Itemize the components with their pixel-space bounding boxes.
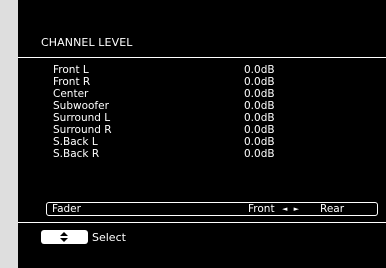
channel-value: 0.0dB — [244, 124, 275, 136]
osd-screen: CHANNEL LEVEL Front L 0.0dB Front R 0.0d… — [18, 0, 386, 268]
left-border — [0, 0, 18, 268]
channel-value: 0.0dB — [244, 112, 275, 124]
select-hint-label: Select — [92, 231, 126, 244]
channel-row-surround-r[interactable]: Surround R 0.0dB — [53, 124, 353, 136]
channel-row-center[interactable]: Center 0.0dB — [53, 88, 353, 100]
channel-label: Center — [53, 88, 89, 100]
channel-value: 0.0dB — [244, 100, 275, 112]
fader-rear-option: Rear — [320, 203, 345, 215]
channel-value: 0.0dB — [244, 88, 275, 100]
channel-row-front-l[interactable]: Front L 0.0dB — [53, 64, 353, 76]
channel-label: Surround L — [53, 112, 111, 124]
footer-divider — [18, 222, 386, 223]
channel-value: 0.0dB — [244, 136, 275, 148]
channel-value: 0.0dB — [244, 64, 275, 76]
channel-row-front-r[interactable]: Front R 0.0dB — [53, 76, 353, 88]
fader-label: Fader — [52, 203, 81, 215]
title-divider — [18, 57, 386, 58]
channel-value: 0.0dB — [244, 76, 275, 88]
left-right-arrows-icon[interactable]: ◄ ► — [282, 203, 301, 215]
fader-front-option: Front — [248, 203, 275, 215]
channel-row-s-back-r[interactable]: S.Back R 0.0dB — [53, 148, 353, 160]
channel-row-surround-l[interactable]: Surround L 0.0dB — [53, 112, 353, 124]
arrow-up-icon — [60, 232, 68, 236]
channel-row-s-back-l[interactable]: S.Back L 0.0dB — [53, 136, 353, 148]
channel-row-subwoofer[interactable]: Subwoofer 0.0dB — [53, 100, 353, 112]
up-down-arrow-icon — [41, 230, 88, 244]
channel-label: Surround R — [53, 124, 112, 136]
channel-list: Front L 0.0dB Front R 0.0dB Center 0.0dB… — [53, 64, 353, 160]
page-title: CHANNEL LEVEL — [41, 36, 133, 49]
channel-label: Subwoofer — [53, 100, 109, 112]
channel-value: 0.0dB — [244, 148, 275, 160]
fader-row[interactable]: Fader Front ◄ ► Rear — [46, 202, 378, 216]
arrow-down-icon — [60, 238, 68, 242]
channel-label: Front L — [53, 64, 89, 76]
channel-label: Front R — [53, 76, 91, 88]
channel-label: S.Back L — [53, 136, 98, 148]
channel-label: S.Back R — [53, 148, 100, 160]
